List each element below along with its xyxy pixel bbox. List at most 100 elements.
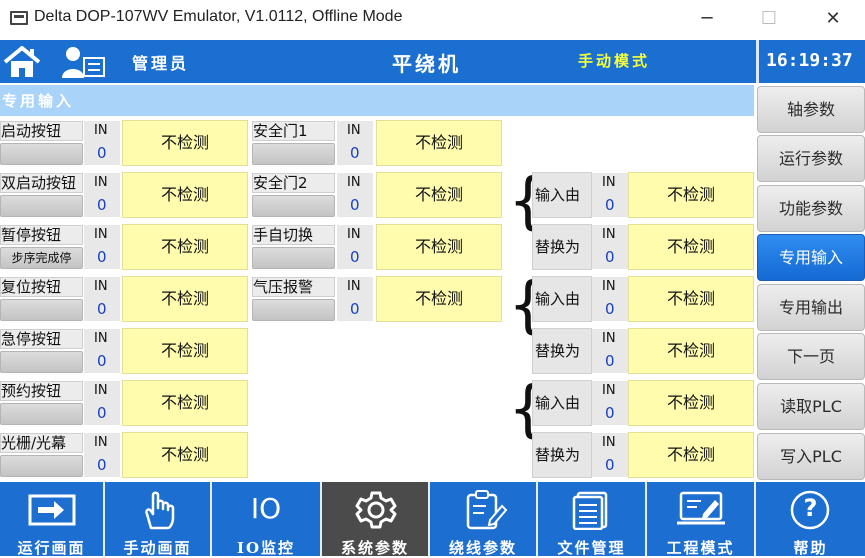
input-label: 光栅/光幕 (0, 433, 83, 453)
detect-mode-button[interactable]: 不检测 (376, 276, 502, 322)
document-icon (538, 490, 645, 531)
input-label: 预约按钮 (0, 381, 83, 401)
detect-mode-button[interactable]: 不检测 (122, 328, 248, 374)
home-icon (3, 46, 41, 77)
input-value: 0 (350, 144, 360, 162)
input-label: 安全门2 (252, 173, 335, 193)
window-title-bar: Delta DOP-107WV Emulator, V1.0112, Offli… (0, 0, 865, 38)
tab-label: 帮助 (793, 539, 828, 557)
input-setting-button[interactable] (252, 195, 335, 217)
input-setting-button[interactable] (252, 143, 335, 165)
detect-mode-button[interactable]: 不检测 (122, 224, 248, 270)
tab-winding-params[interactable]: 绕线参数 (430, 482, 538, 557)
input-state: IN 0 (592, 381, 628, 425)
side-item-read-plc[interactable]: 读取PLC (757, 383, 865, 430)
input-state: IN 0 (592, 329, 628, 373)
input-setting-button[interactable] (0, 195, 83, 217)
help-icon: ? (756, 490, 865, 530)
tab-label: 绕线参数 (448, 539, 517, 557)
in-label: IN (94, 227, 108, 242)
in-label: IN (602, 331, 616, 346)
input-setting-button[interactable] (0, 351, 83, 373)
tab-io-monitor[interactable]: IO IO监控 (212, 482, 322, 557)
replace-from-button[interactable]: 不检测 (628, 380, 754, 426)
in-label: IN (347, 175, 361, 190)
input-setting-button[interactable] (0, 143, 83, 165)
input-value: 0 (350, 248, 360, 266)
detect-mode-button[interactable]: 不检测 (376, 120, 502, 166)
clock: 16:19:37 (766, 50, 853, 71)
replace-to-button[interactable]: 不检测 (628, 224, 754, 270)
side-item-special-output[interactable]: 专用输出 (757, 284, 865, 331)
user-icon (62, 47, 105, 78)
detect-mode-button[interactable]: 不检测 (376, 172, 502, 218)
side-item-next-page[interactable]: 下一页 (757, 333, 865, 380)
side-item-axis-params[interactable]: 轴参数 (757, 86, 865, 133)
replace-from-button[interactable]: 不检测 (628, 172, 754, 218)
input-label: 手自切换 (252, 225, 335, 245)
user-button[interactable] (60, 44, 106, 80)
replace-from-label: 输入由 (532, 276, 592, 322)
window-app-icon (10, 11, 28, 25)
gear-icon (322, 490, 428, 530)
input-value: 0 (605, 352, 615, 370)
tab-help[interactable]: ? 帮助 (756, 482, 865, 557)
detect-mode-button[interactable]: 不检测 (122, 172, 248, 218)
input-state: IN 0 (84, 173, 120, 217)
input-value: 0 (97, 300, 107, 318)
in-label: IN (602, 435, 616, 450)
in-label: IN (94, 123, 108, 138)
home-button[interactable] (2, 44, 42, 80)
close-button[interactable]: ✕ (810, 4, 856, 34)
input-setting-button[interactable] (0, 299, 83, 321)
maximize-button[interactable]: ☐ (746, 4, 792, 34)
stop-mode-button[interactable]: 步序完成停 (0, 247, 83, 269)
side-item-function-params[interactable]: 功能参数 (757, 185, 865, 232)
input-setting-button[interactable] (0, 403, 83, 425)
tab-run-screen[interactable]: 运行画面 (0, 482, 105, 557)
input-label: 启动按钮 (0, 121, 83, 141)
detect-mode-button[interactable]: 不检测 (122, 120, 248, 166)
replace-to-button[interactable]: 不检测 (628, 432, 754, 478)
input-setting-button[interactable] (252, 299, 335, 321)
input-setting-button[interactable] (0, 455, 83, 477)
detect-mode-button[interactable]: 不检测 (122, 432, 248, 478)
tab-label: 文件管理 (557, 539, 626, 557)
input-state: IN 0 (592, 433, 628, 477)
tab-manual-screen[interactable]: 手动画面 (105, 482, 212, 557)
replace-to-button[interactable]: 不检测 (628, 328, 754, 374)
input-state: IN 0 (84, 329, 120, 373)
side-item-run-params[interactable]: 运行参数 (757, 135, 865, 182)
detect-mode-button[interactable]: 不检测 (122, 380, 248, 426)
input-state: IN 0 (337, 277, 373, 321)
io-icon: IO (212, 490, 320, 530)
input-value: 0 (97, 248, 107, 266)
input-value: 0 (97, 352, 107, 370)
tab-label: IO监控 (236, 539, 296, 557)
input-value: 0 (350, 300, 360, 318)
tab-engineering-mode[interactable]: 工程模式 (647, 482, 756, 557)
tab-file-management[interactable]: 文件管理 (538, 482, 647, 557)
input-state: IN 0 (84, 277, 120, 321)
input-value: 0 (350, 196, 360, 214)
replace-from-label: 输入由 (532, 380, 592, 426)
input-setting-button[interactable] (252, 247, 335, 269)
input-label: 双启动按钮 (0, 173, 83, 193)
enter-icon (0, 490, 103, 530)
input-state: IN 0 (337, 225, 373, 269)
input-value: 0 (97, 144, 107, 162)
minimize-button[interactable]: ─ (684, 4, 730, 34)
side-item-write-plc[interactable]: 写入PLC (757, 433, 865, 480)
input-state: IN 0 (84, 433, 120, 477)
io-icon-text: IO (250, 492, 282, 525)
detect-mode-button[interactable]: 不检测 (122, 276, 248, 322)
input-state: IN 0 (337, 121, 373, 165)
replace-from-button[interactable]: 不检测 (628, 276, 754, 322)
input-state: IN 0 (84, 121, 120, 165)
hand-icon (105, 490, 210, 530)
in-label: IN (347, 227, 361, 242)
side-item-special-input[interactable]: 专用输入 (757, 234, 865, 281)
tab-system-params[interactable]: 系统参数 (322, 482, 430, 557)
detect-mode-button[interactable]: 不检测 (376, 224, 502, 270)
in-label: IN (347, 123, 361, 138)
